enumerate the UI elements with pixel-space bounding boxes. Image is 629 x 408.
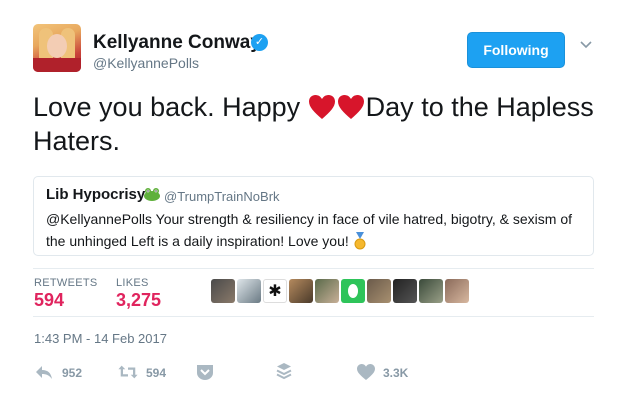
liker-avatars: ✱ (211, 279, 469, 303)
retweets-label[interactable]: RETWEETS (34, 277, 98, 289)
medal-emoji-icon (354, 232, 366, 250)
verified-badge-icon: ✓ (251, 34, 268, 51)
liker-avatar[interactable] (211, 279, 235, 303)
liker-avatar[interactable] (367, 279, 391, 303)
heart-emoji-icon (308, 95, 335, 119)
direct-message-icon[interactable] (195, 363, 215, 381)
liker-avatar[interactable] (393, 279, 417, 303)
frog-emoji-icon (144, 188, 160, 201)
liker-avatar[interactable] (419, 279, 443, 303)
reply-count[interactable]: 952 (62, 366, 82, 380)
following-button[interactable]: Following (467, 32, 565, 68)
quoted-author-name[interactable]: Lib Hypocrisy (46, 186, 145, 203)
retweets-count[interactable]: 594 (34, 290, 64, 311)
divider (33, 316, 594, 317)
author-name[interactable]: Kellyanne Conway (93, 32, 261, 54)
quoted-author-handle[interactable]: @TrumpTrainNoBrk (164, 189, 280, 204)
chevron-down-icon[interactable] (579, 38, 593, 52)
add-to-moment-icon[interactable] (274, 362, 294, 380)
like-icon[interactable] (356, 363, 376, 381)
quoted-tweet-body: @KellyannePolls Your strength & resilien… (46, 211, 572, 249)
tweet-text-part-1: Love you back. Happy (33, 92, 308, 122)
quoted-tweet-text: @KellyannePolls Your strength & resilien… (46, 208, 586, 252)
likes-count[interactable]: 3,275 (116, 290, 161, 311)
liker-avatar[interactable]: ✱ (263, 279, 287, 303)
author-avatar[interactable] (33, 24, 81, 72)
like-count[interactable]: 3.3K (383, 366, 408, 380)
heart-emoji-icon (337, 95, 364, 119)
likes-label[interactable]: LIKES (116, 277, 149, 289)
retweet-icon[interactable] (118, 363, 138, 381)
liker-avatar[interactable] (315, 279, 339, 303)
author-handle[interactable]: @KellyannePolls (93, 55, 199, 71)
liker-avatar[interactable] (341, 279, 365, 303)
liker-avatar[interactable] (445, 279, 469, 303)
divider (33, 268, 594, 269)
liker-avatar[interactable] (289, 279, 313, 303)
tweet-timestamp[interactable]: 1:43 PM - 14 Feb 2017 (34, 331, 167, 346)
liker-avatar[interactable] (237, 279, 261, 303)
retweet-count[interactable]: 594 (146, 366, 166, 380)
reply-icon[interactable] (34, 363, 54, 381)
tweet-text: Love you back. Happy Day to the Hapless … (33, 90, 603, 158)
